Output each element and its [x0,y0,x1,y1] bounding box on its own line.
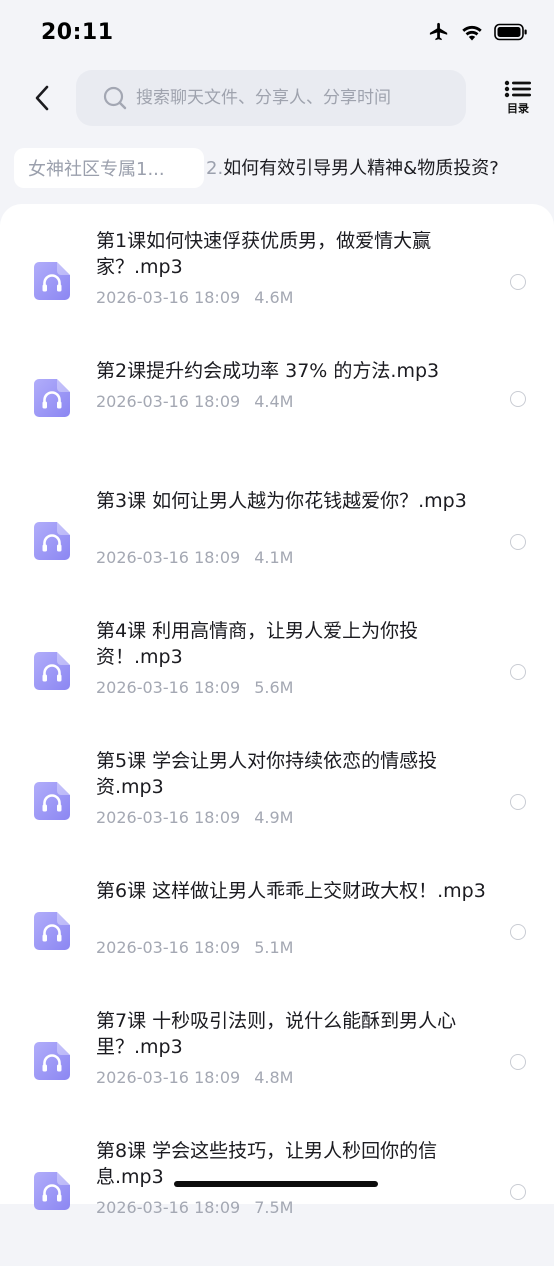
file-date: 2026-03-16 18:09 [96,1068,241,1087]
select-radio[interactable] [510,391,526,407]
file-list-item[interactable]: 第2课提升约会成功率 37% 的方法.mp3 2026-03-16 18:09 4.… [0,356,554,486]
file-name: 第7课 十秒吸引法则，说什么能酥到男人心里？.mp3 [96,1010,457,1058]
file-meta: 2026-03-16 18:09 4.6M [96,288,293,307]
select-radio[interactable] [510,1184,526,1200]
file-list-item[interactable]: 第5课 学会让男人对你持续依恋的情感投资.mp3 2026-03-16 18:09… [0,746,554,876]
file-date: 2026-03-16 18:09 [96,1198,241,1217]
file-meta: 2026-03-16 18:09 5.6M [96,678,293,697]
audio-file-icon [34,522,70,560]
battery-icon [494,23,527,41]
status-icons [428,22,528,42]
status-bar: 20:11 [0,0,554,64]
file-meta: 2026-03-16 18:09 4.4M [96,392,293,411]
file-meta: 2026-03-16 18:09 7.5M [96,1198,293,1217]
search-header: 目录 [0,68,554,128]
file-date: 2026-03-16 18:09 [96,678,241,697]
file-name: 第5课 学会让男人对你持续依恋的情感投资.mp3 [96,750,438,798]
file-name: 第2课提升约会成功率 37% 的方法.mp3 [96,360,440,382]
file-list-item[interactable]: 第7课 十秒吸引法则，说什么能酥到男人心里？.mp3 2026-03-16 18:… [0,1006,554,1136]
select-radio[interactable] [510,1054,526,1070]
select-radio[interactable] [510,664,526,680]
file-name: 第3课 如何让男人越为你花钱越爱你？.mp3 [96,490,467,512]
file-list-item[interactable]: 第8课 学会这些技巧，让男人秒回你的信息.mp3 2026-03-16 18:09… [0,1136,554,1266]
file-list-item[interactable]: 第4课 利用高情商，让男人爱上为你投资！.mp3 2026-03-16 18:09… [0,616,554,746]
select-radio[interactable] [510,274,526,290]
select-radio[interactable] [510,794,526,810]
file-size: 7.5M [254,1198,294,1217]
breadcrumb-group-chip[interactable]: 女神社区专属1... [14,148,204,188]
file-meta: 2026-03-16 18:09 4.9M [96,808,293,827]
file-size: 4.4M [254,392,294,411]
file-list-item[interactable]: 第3课 如何让男人越为你花钱越爱你？.mp3 2026-03-16 18:09 4.… [0,486,554,616]
file-meta: 2026-03-16 18:09 4.1M [96,548,293,567]
search-box[interactable] [76,70,466,126]
back-button[interactable] [26,78,58,118]
file-list-item[interactable]: 第6课 这样做让男人乖乖上交财政大权！.mp3 2026-03-16 18:09 5… [0,876,554,1006]
audio-file-icon [34,912,70,950]
breadcrumb-current-folder: 2.如何有效引导男人精神&物质投资? [206,154,554,180]
file-size: 5.1M [254,938,294,957]
file-name: 第1课如何快速俘获优质男，做爱情大赢家？.mp3 [96,230,432,278]
breadcrumb: 女神社区专属1... 2.如何有效引导男人精神&物质投资? [0,146,554,192]
file-size: 4.6M [254,288,294,307]
audio-file-icon [34,1042,70,1080]
file-size: 5.6M [254,678,294,697]
audio-file-icon [34,379,70,417]
file-name: 第6课 这样做让男人乖乖上交财政大权！.mp3 [96,880,486,902]
search-input[interactable] [136,88,436,108]
airplane-icon [429,22,448,41]
audio-file-icon [34,1172,70,1210]
list-icon [504,80,531,98]
chevron-left-icon [35,85,49,111]
file-date: 2026-03-16 18:09 [96,288,241,307]
file-list-item[interactable]: 第1课如何快速俘获优质男，做爱情大赢家？.mp3 2026-03-16 18:09… [0,226,554,356]
file-date: 2026-03-16 18:09 [96,938,241,957]
search-icon [103,86,127,110]
file-date: 2026-03-16 18:09 [96,392,241,411]
file-meta: 2026-03-16 18:09 5.1M [96,938,293,957]
breadcrumb-title: 如何有效引导男人精神&物质投资? [223,158,499,179]
breadcrumb-title-prefix: 2. [206,158,224,179]
file-size: 4.1M [254,548,294,567]
audio-file-icon [34,262,70,300]
status-time: 20:11 [41,20,114,45]
file-date: 2026-03-16 18:09 [96,548,241,567]
file-size: 4.9M [254,808,294,827]
file-meta: 2026-03-16 18:09 4.8M [96,1068,293,1087]
audio-file-icon [34,782,70,820]
toc-button[interactable]: 目录 [498,80,538,124]
file-size: 4.8M [254,1068,294,1087]
select-radio[interactable] [510,924,526,940]
audio-file-icon [34,652,70,690]
home-indicator [174,1181,378,1187]
file-date: 2026-03-16 18:09 [96,808,241,827]
file-name: 第4课 利用高情商，让男人爱上为你投资！.mp3 [96,620,419,668]
select-radio[interactable] [510,534,526,550]
wifi-icon [462,25,482,41]
toc-label: 目录 [507,102,529,115]
